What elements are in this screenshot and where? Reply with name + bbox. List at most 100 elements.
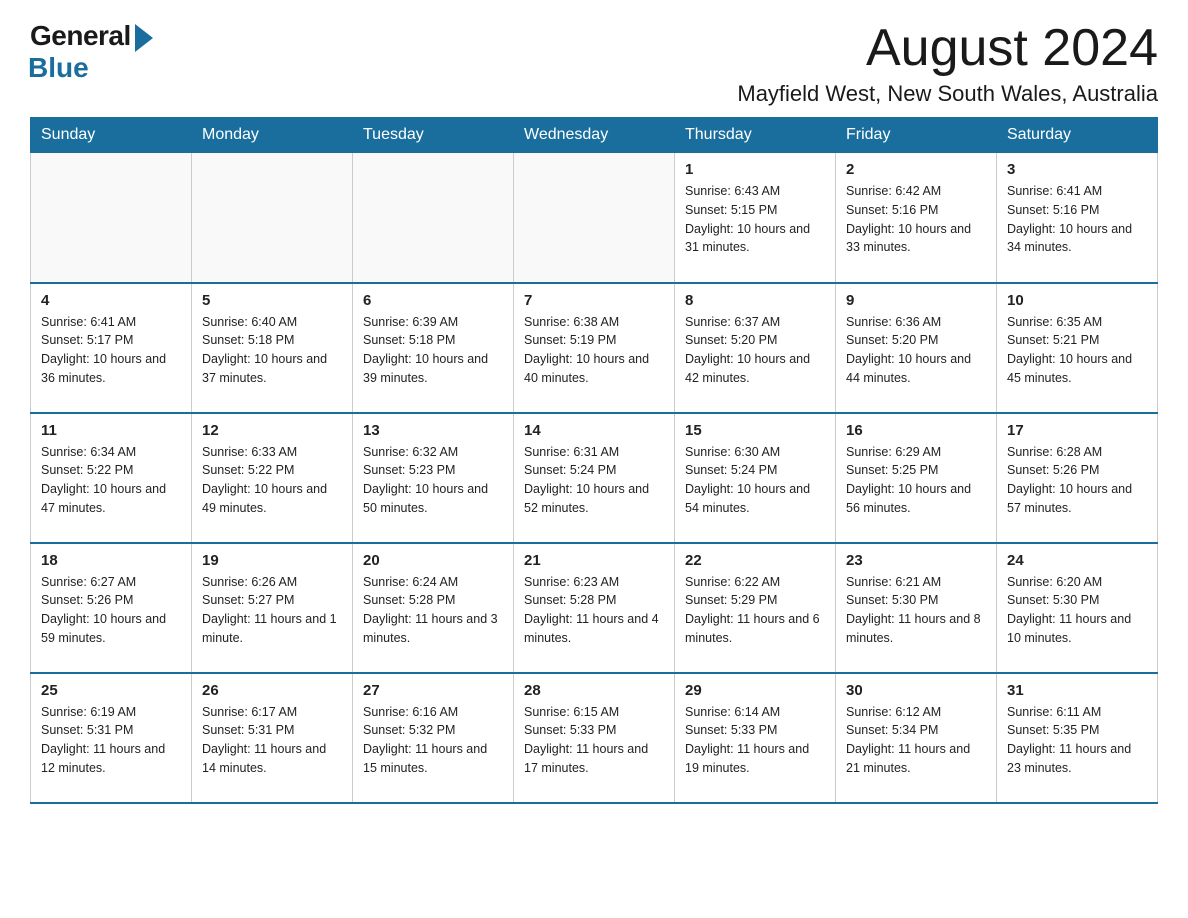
calendar-day-cell: 2 Sunrise: 6:42 AMSunset: 5:16 PMDaylight… [836, 153, 997, 283]
day-number: 25 [41, 682, 181, 699]
calendar-day-cell: 9 Sunrise: 6:36 AMSunset: 5:20 PMDaylight… [836, 283, 997, 413]
calendar-day-cell: 23 Sunrise: 6:21 AMSunset: 5:30 PMDayligh… [836, 543, 997, 673]
calendar-day-cell: 12 Sunrise: 6:33 AMSunset: 5:22 PMDayligh… [192, 413, 353, 543]
calendar-week-row: 11 Sunrise: 6:34 AMSunset: 5:22 PMDayligh… [31, 413, 1158, 543]
day-number: 12 [202, 422, 342, 439]
calendar-day-cell: 15 Sunrise: 6:30 AMSunset: 5:24 PMDayligh… [675, 413, 836, 543]
logo-general-text: General [30, 20, 131, 52]
calendar-day-cell: 14 Sunrise: 6:31 AMSunset: 5:24 PMDayligh… [514, 413, 675, 543]
calendar-week-row: 18Sunrise: 6:27 AMSunset: 5:26 PMDayligh… [31, 543, 1158, 673]
day-info: Sunrise: 6:42 AMSunset: 5:16 PMDaylight:… [846, 182, 986, 257]
calendar-header-row: SundayMondayTuesdayWednesdayThursdayFrid… [31, 118, 1158, 153]
day-number: 3 [1007, 161, 1147, 178]
day-info: Sunrise: 6:20 AMSunset: 5:30 PMDaylight:… [1007, 573, 1147, 648]
title-section: August 2024 Mayfield West, New South Wal… [737, 20, 1158, 107]
calendar-day-cell: 3 Sunrise: 6:41 AMSunset: 5:16 PMDaylight… [997, 153, 1158, 283]
day-number: 13 [363, 422, 503, 439]
calendar-day-cell: 6 Sunrise: 6:39 AMSunset: 5:18 PMDaylight… [353, 283, 514, 413]
day-info: Sunrise: 6:40 AMSunset: 5:18 PMDaylight:… [202, 313, 342, 388]
calendar-day-cell [353, 153, 514, 283]
day-number: 15 [685, 422, 825, 439]
calendar-day-cell: 25 Sunrise: 6:19 AMSunset: 5:31 PMDayligh… [31, 673, 192, 803]
day-info: Sunrise: 6:21 AMSunset: 5:30 PMDaylight:… [846, 573, 986, 648]
day-info: Sunrise: 6:36 AMSunset: 5:20 PMDaylight:… [846, 313, 986, 388]
day-number: 9 [846, 292, 986, 309]
page-header: General Blue August 2024 Mayfield West, … [30, 20, 1158, 107]
day-number: 10 [1007, 292, 1147, 309]
day-info: Sunrise: 6:41 AMSunset: 5:16 PMDaylight:… [1007, 182, 1147, 257]
calendar-day-cell [192, 153, 353, 283]
day-number: 5 [202, 292, 342, 309]
calendar-day-cell: 1Sunrise: 6:43 AMSunset: 5:15 PMDaylight… [675, 153, 836, 283]
day-number: 29 [685, 682, 825, 699]
day-number: 23 [846, 552, 986, 569]
day-number: 2 [846, 161, 986, 178]
calendar-week-row: 1Sunrise: 6:43 AMSunset: 5:15 PMDaylight… [31, 153, 1158, 283]
day-info: Sunrise: 6:24 AMSunset: 5:28 PMDaylight:… [363, 573, 503, 648]
day-number: 22 [685, 552, 825, 569]
calendar-day-cell: 21Sunrise: 6:23 AMSunset: 5:28 PMDayligh… [514, 543, 675, 673]
calendar-day-cell: 26Sunrise: 6:17 AMSunset: 5:31 PMDayligh… [192, 673, 353, 803]
calendar-day-cell: 22 Sunrise: 6:22 AMSunset: 5:29 PMDayligh… [675, 543, 836, 673]
location-title: Mayfield West, New South Wales, Australi… [737, 81, 1158, 107]
day-info: Sunrise: 6:12 AMSunset: 5:34 PMDaylight:… [846, 703, 986, 778]
day-number: 31 [1007, 682, 1147, 699]
day-number: 14 [524, 422, 664, 439]
calendar-day-header: Sunday [31, 118, 192, 153]
calendar-day-cell: 29 Sunrise: 6:14 AMSunset: 5:33 PMDayligh… [675, 673, 836, 803]
day-info: Sunrise: 6:41 AMSunset: 5:17 PMDaylight:… [41, 313, 181, 388]
day-number: 4 [41, 292, 181, 309]
logo: General Blue [30, 20, 153, 84]
calendar-day-header: Wednesday [514, 118, 675, 153]
calendar-day-cell: 4 Sunrise: 6:41 AMSunset: 5:17 PMDaylight… [31, 283, 192, 413]
day-info: Sunrise: 6:19 AMSunset: 5:31 PMDaylight:… [41, 703, 181, 778]
calendar-day-cell: 28Sunrise: 6:15 AMSunset: 5:33 PMDayligh… [514, 673, 675, 803]
day-info: Sunrise: 6:22 AMSunset: 5:29 PMDaylight:… [685, 573, 825, 648]
calendar-day-cell: 7Sunrise: 6:38 AMSunset: 5:19 PMDaylight… [514, 283, 675, 413]
calendar-day-cell: 31Sunrise: 6:11 AMSunset: 5:35 PMDayligh… [997, 673, 1158, 803]
calendar-day-cell: 11 Sunrise: 6:34 AMSunset: 5:22 PMDayligh… [31, 413, 192, 543]
day-number: 11 [41, 422, 181, 439]
day-number: 26 [202, 682, 342, 699]
calendar-day-cell: 24 Sunrise: 6:20 AMSunset: 5:30 PMDayligh… [997, 543, 1158, 673]
calendar-week-row: 25 Sunrise: 6:19 AMSunset: 5:31 PMDayligh… [31, 673, 1158, 803]
calendar-day-cell: 18Sunrise: 6:27 AMSunset: 5:26 PMDayligh… [31, 543, 192, 673]
day-info: Sunrise: 6:26 AMSunset: 5:27 PMDaylight:… [202, 573, 342, 648]
day-info: Sunrise: 6:29 AMSunset: 5:25 PMDaylight:… [846, 443, 986, 518]
calendar-day-header: Friday [836, 118, 997, 153]
day-info: Sunrise: 6:34 AMSunset: 5:22 PMDaylight:… [41, 443, 181, 518]
day-info: Sunrise: 6:16 AMSunset: 5:32 PMDaylight:… [363, 703, 503, 778]
day-number: 27 [363, 682, 503, 699]
day-number: 17 [1007, 422, 1147, 439]
day-number: 30 [846, 682, 986, 699]
calendar-body: 1Sunrise: 6:43 AMSunset: 5:15 PMDaylight… [31, 153, 1158, 803]
day-number: 20 [363, 552, 503, 569]
calendar-day-cell: 17Sunrise: 6:28 AMSunset: 5:26 PMDayligh… [997, 413, 1158, 543]
day-info: Sunrise: 6:30 AMSunset: 5:24 PMDaylight:… [685, 443, 825, 518]
calendar-week-row: 4 Sunrise: 6:41 AMSunset: 5:17 PMDaylight… [31, 283, 1158, 413]
calendar-day-cell: 8Sunrise: 6:37 AMSunset: 5:20 PMDaylight… [675, 283, 836, 413]
day-number: 6 [363, 292, 503, 309]
day-info: Sunrise: 6:32 AMSunset: 5:23 PMDaylight:… [363, 443, 503, 518]
day-number: 21 [524, 552, 664, 569]
calendar-day-cell: 27 Sunrise: 6:16 AMSunset: 5:32 PMDayligh… [353, 673, 514, 803]
calendar-day-cell: 16Sunrise: 6:29 AMSunset: 5:25 PMDayligh… [836, 413, 997, 543]
calendar-day-header: Thursday [675, 118, 836, 153]
day-info: Sunrise: 6:37 AMSunset: 5:20 PMDaylight:… [685, 313, 825, 388]
day-info: Sunrise: 6:31 AMSunset: 5:24 PMDaylight:… [524, 443, 664, 518]
calendar-day-cell [514, 153, 675, 283]
day-number: 19 [202, 552, 342, 569]
calendar-day-cell: 20 Sunrise: 6:24 AMSunset: 5:28 PMDayligh… [353, 543, 514, 673]
day-number: 24 [1007, 552, 1147, 569]
logo-blue-text: Blue [28, 52, 89, 84]
day-info: Sunrise: 6:38 AMSunset: 5:19 PMDaylight:… [524, 313, 664, 388]
calendar-day-header: Tuesday [353, 118, 514, 153]
day-number: 18 [41, 552, 181, 569]
day-info: Sunrise: 6:14 AMSunset: 5:33 PMDaylight:… [685, 703, 825, 778]
day-info: Sunrise: 6:33 AMSunset: 5:22 PMDaylight:… [202, 443, 342, 518]
calendar-day-cell: 13 Sunrise: 6:32 AMSunset: 5:23 PMDayligh… [353, 413, 514, 543]
calendar-day-header: Monday [192, 118, 353, 153]
day-info: Sunrise: 6:35 AMSunset: 5:21 PMDaylight:… [1007, 313, 1147, 388]
calendar-day-cell: 30 Sunrise: 6:12 AMSunset: 5:34 PMDayligh… [836, 673, 997, 803]
day-info: Sunrise: 6:39 AMSunset: 5:18 PMDaylight:… [363, 313, 503, 388]
